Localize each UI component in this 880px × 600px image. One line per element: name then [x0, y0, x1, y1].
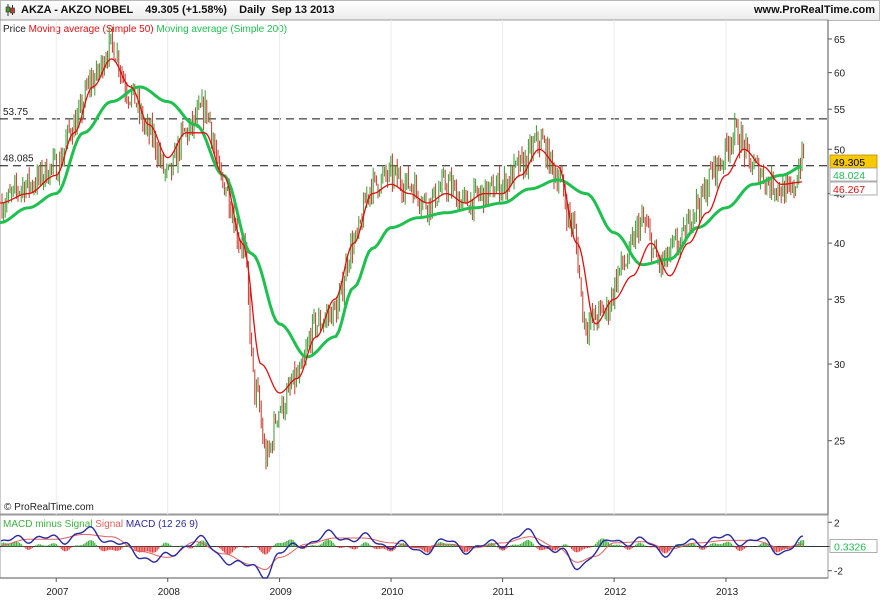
price-tag-label: 48.024: [833, 170, 865, 182]
x-tick-label: 2010: [381, 587, 404, 598]
macd-tick-label: 2: [834, 518, 840, 529]
macd-legend-entry: Signal: [95, 519, 126, 530]
price-tag-label: 46.267: [833, 184, 865, 196]
price-tag-label: 49.305: [833, 157, 865, 169]
macd-legend-entry: MACD minus Signal: [3, 519, 95, 530]
y-tick-label: 30: [834, 360, 846, 371]
legend-entry: Moving average (Simple 200): [156, 24, 287, 35]
legend-entry: Price: [3, 24, 29, 35]
x-tick-label: 2008: [158, 587, 181, 598]
x-tick-label: 2011: [493, 587, 515, 598]
y-tick-label: 60: [834, 69, 846, 80]
watermark: © ProRealTime.com: [4, 502, 94, 513]
macd-legend: MACD minus Signal Signal MACD (12 26 9): [3, 519, 198, 530]
x-tick-label: 2009: [270, 587, 293, 598]
y-tick-label: 55: [834, 105, 846, 116]
y-tick-label: 35: [834, 295, 846, 306]
chart-window: AKZA - AKZO NOBEL 49.305 (+1.58%) Daily …: [0, 0, 880, 600]
chart-overlay: 49.30548.024 46.267 0.3326: [829, 154, 878, 554]
price-legend: Price Moving average (Simple 50) Moving …: [3, 24, 287, 35]
macd-value-label: 0.3326: [834, 542, 866, 554]
x-tick-label: 2012: [604, 587, 627, 598]
chart-canvas: 25303540455055606553.7548.085Price Movin…: [0, 19, 878, 598]
y-tick-label: 25: [834, 437, 846, 448]
x-tick-label: 2007: [46, 587, 69, 598]
x-tick-label: 2013: [716, 587, 739, 598]
macd-tick-label: -2: [834, 567, 843, 578]
macd-legend-entry: MACD (12 26 9): [126, 519, 198, 530]
x-axis: 2007 2008 2009 2010 2011 2012 2013: [0, 577, 828, 598]
reference-line-label: 48.085: [3, 154, 34, 165]
legend-entry: Moving average (Simple 50): [29, 24, 157, 35]
reference-line-label: 53.75: [3, 107, 28, 118]
y-tick-label: 40: [834, 239, 846, 250]
y-tick-label: 65: [834, 35, 846, 46]
